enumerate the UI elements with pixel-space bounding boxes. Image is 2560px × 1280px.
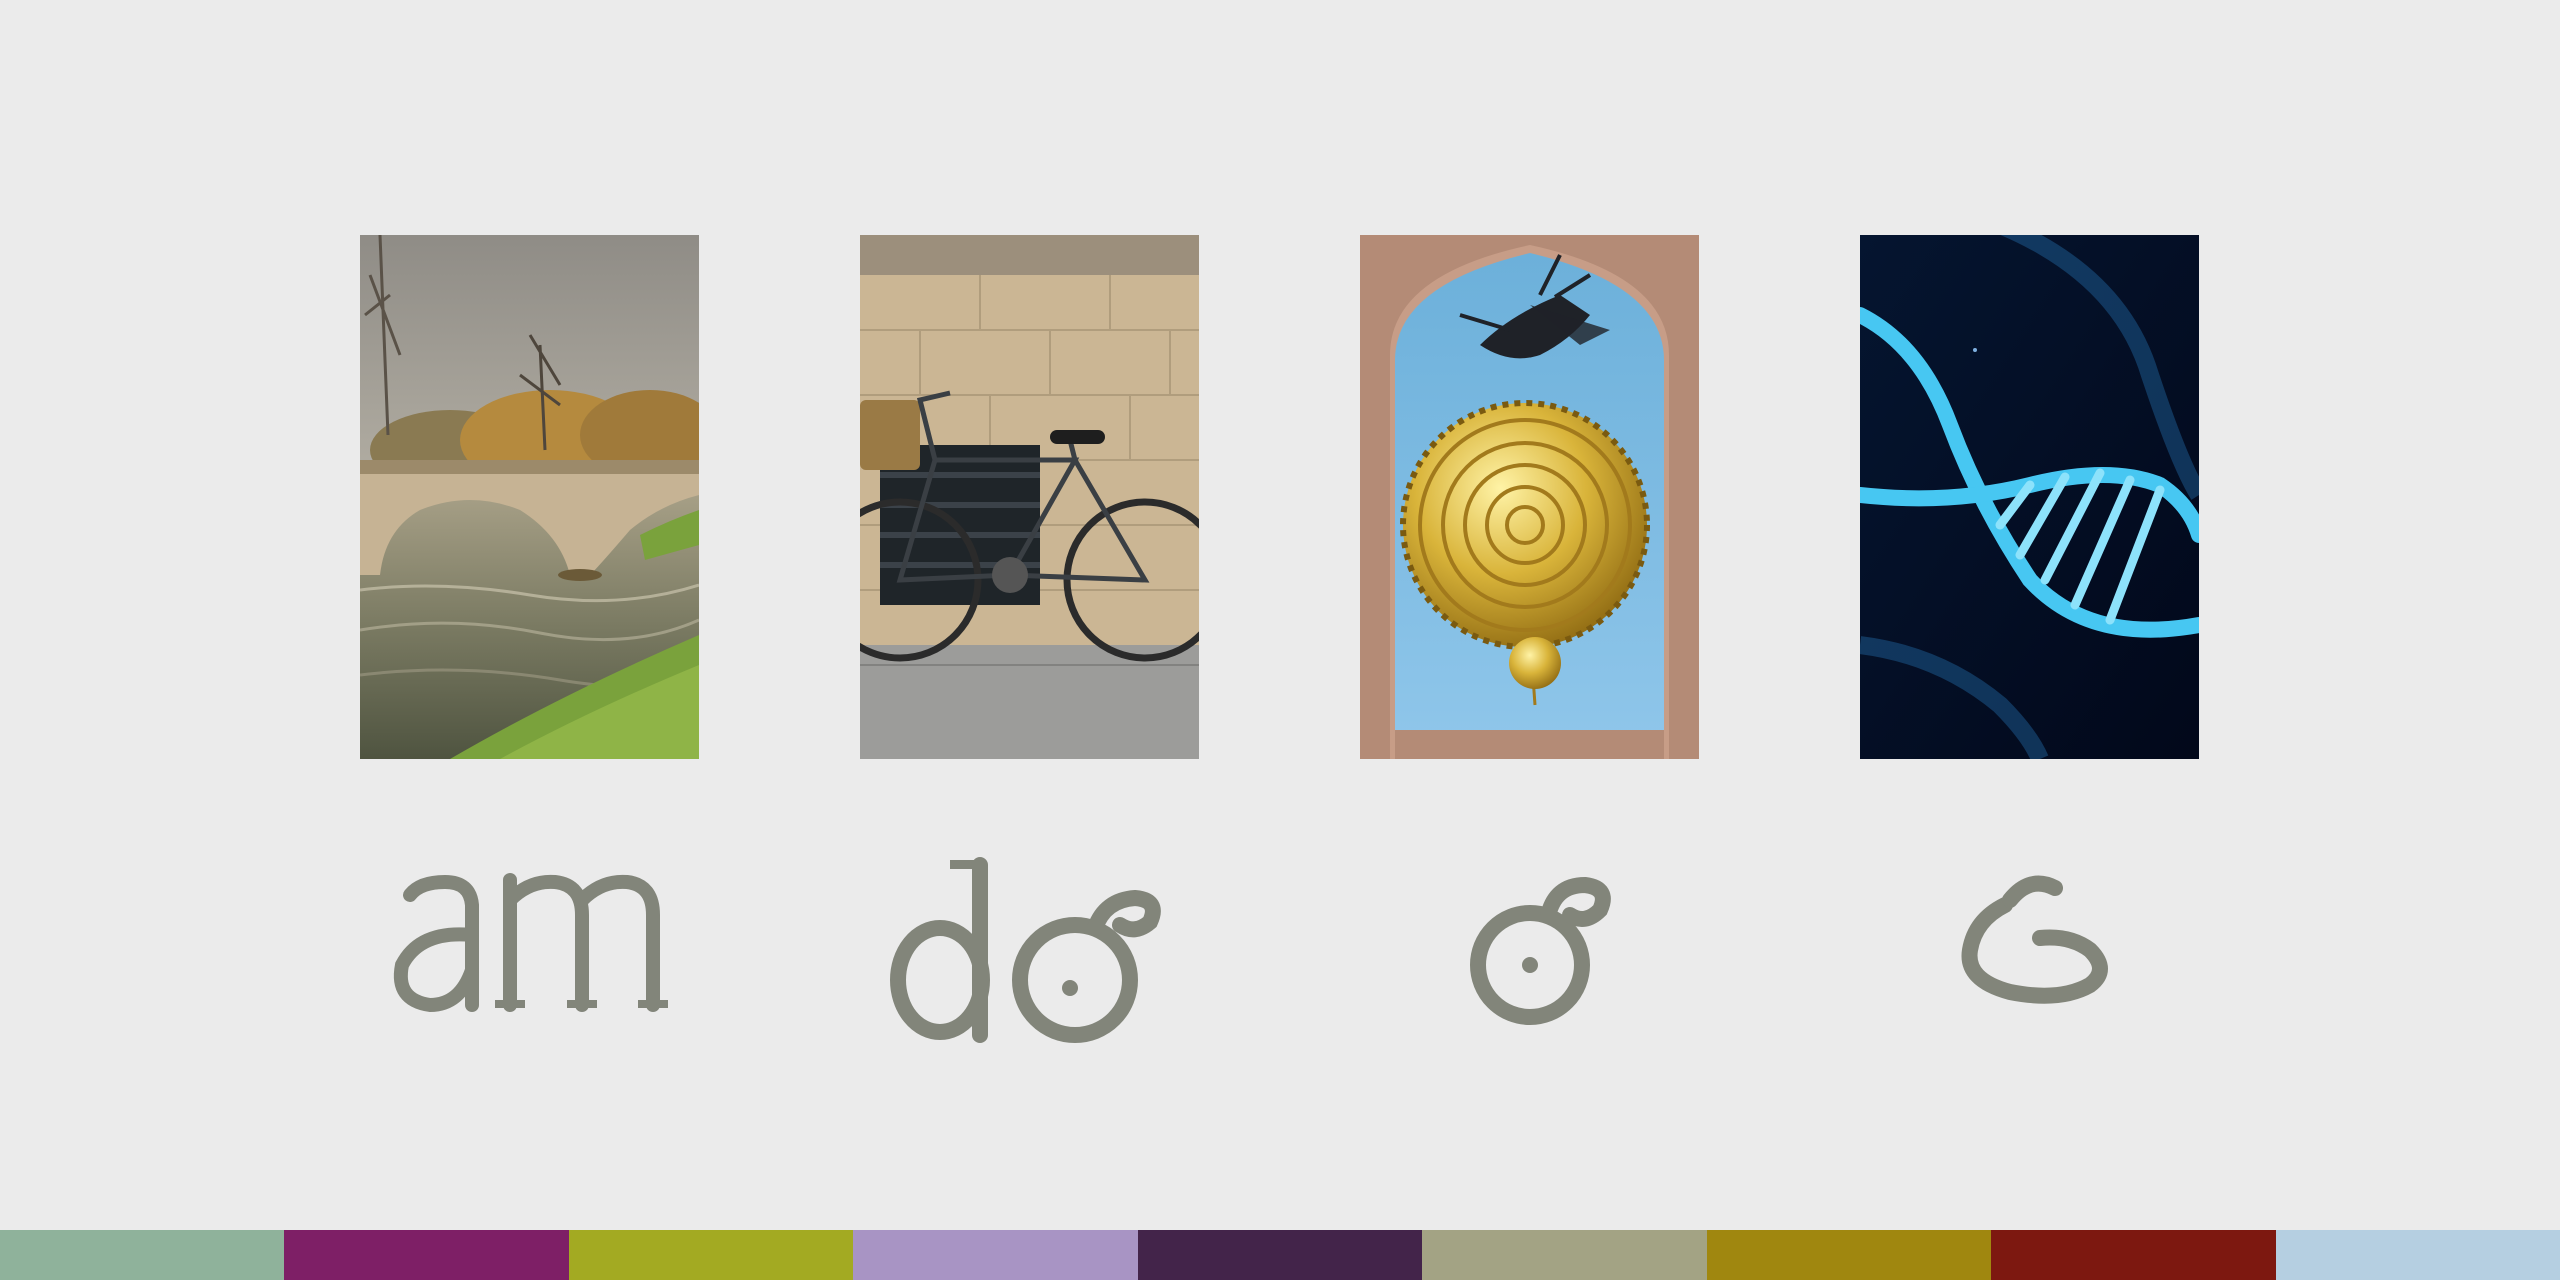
dna-photo (1860, 235, 2199, 759)
bicycle-against-stone-wall-image (860, 235, 1199, 759)
palette-swatch (2275, 1230, 2560, 1280)
stone-bridge-over-river-image (360, 235, 699, 759)
clock-photo (1360, 235, 1699, 759)
palette-swatch (284, 1230, 569, 1280)
glyph-swirl-shape (1961, 875, 2108, 1004)
bridge-photo (360, 235, 699, 759)
glyph-do-shape (890, 857, 1161, 1043)
palette-swatch (568, 1230, 854, 1280)
glyph-do (860, 840, 1199, 1060)
glyph-am-shape (393, 873, 668, 1013)
palette-swatch (853, 1230, 1138, 1280)
palette-swatch (0, 1230, 285, 1280)
bicycle-photo (860, 235, 1199, 759)
palette-swatch (1422, 1230, 1707, 1280)
glyph-am (360, 840, 699, 1060)
palette-swatch (1706, 1230, 1992, 1280)
glyph-swirl (1860, 840, 2199, 1060)
golden-corpus-clock-image (1360, 235, 1699, 759)
dna-double-helix-image (1860, 235, 2199, 759)
palette-swatch (1137, 1230, 1423, 1280)
glyph-o-shape (1470, 876, 1611, 1025)
color-palette-strip (0, 1230, 2560, 1280)
glyph-o (1360, 840, 1699, 1060)
palette-swatch (1991, 1230, 2276, 1280)
